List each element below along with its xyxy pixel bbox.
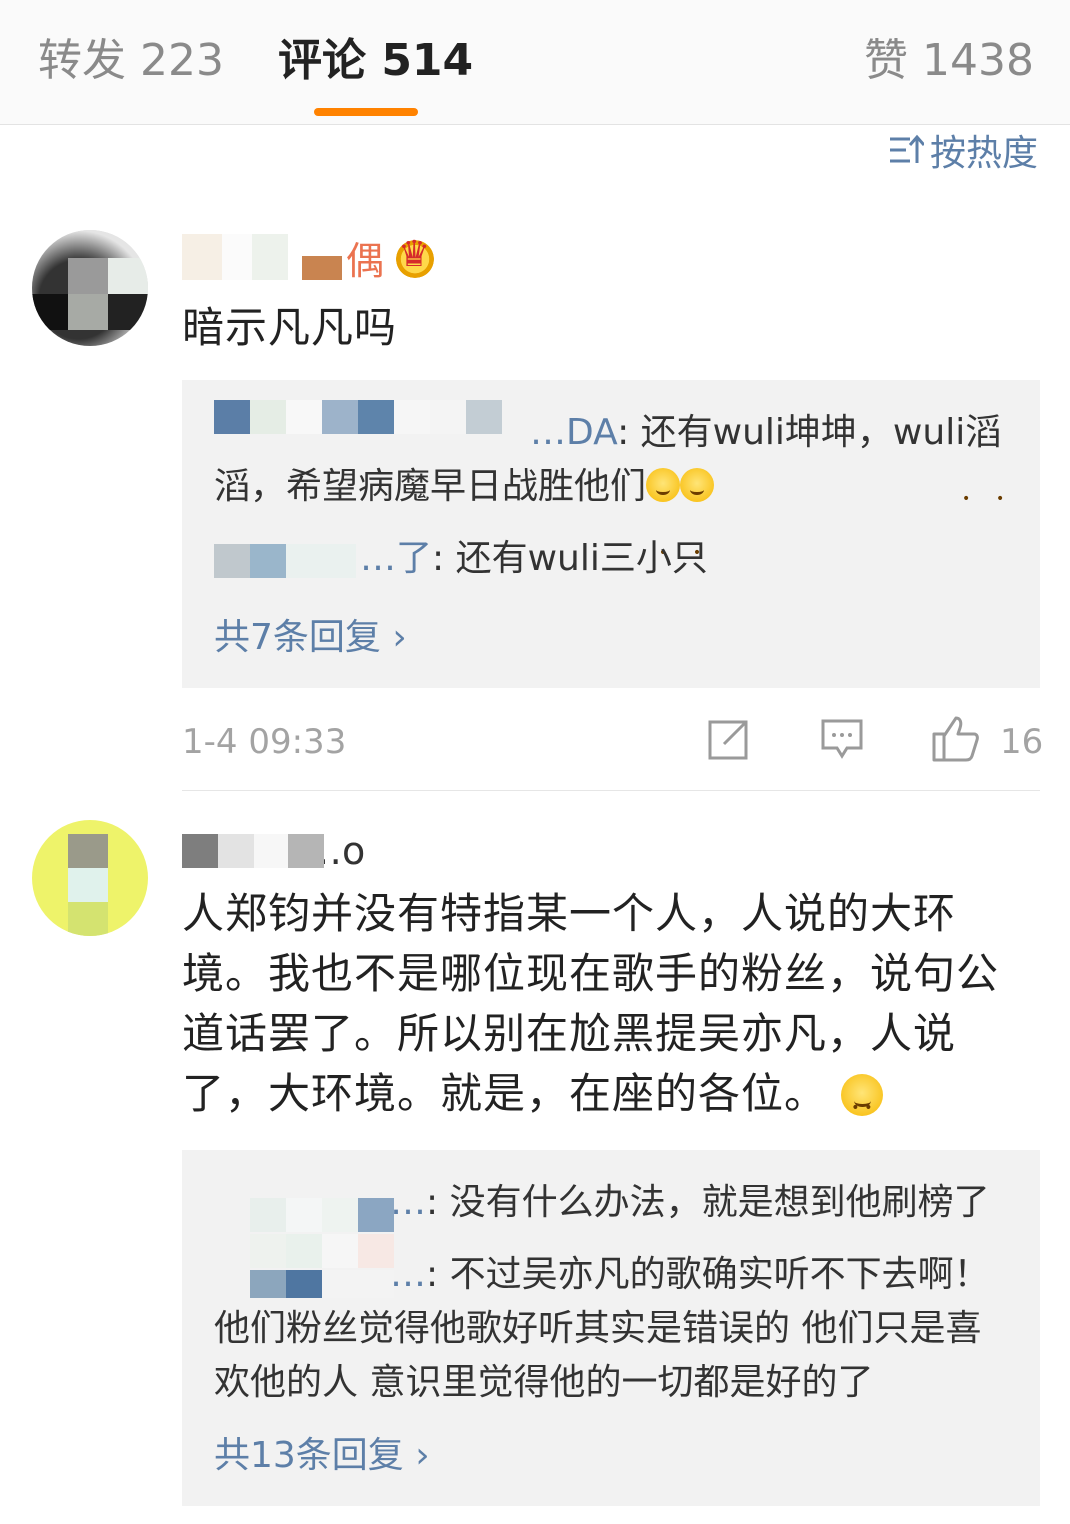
reply-box[interactable]: …DA: 还有wuli坤坤，wuli滔滔，希望病魔早日战胜他们 …了: 还有wu… xyxy=(182,380,1040,688)
comment-text: 人郑钧并没有特指某一个人，人说的大环境。我也不是哪位现在歌手的粉丝，说句公道话罢… xyxy=(182,884,1036,1138)
like-icon[interactable] xyxy=(930,714,980,762)
tab-likes[interactable]: 赞 1438 xyxy=(864,34,1034,88)
reply-item: …: 不过吴亦凡的歌确实听不下去啊！他们粉丝觉得他歌好听其实是错误的 他们只是喜… xyxy=(214,1248,1016,1410)
reply-author[interactable]: …DA xyxy=(530,412,617,453)
avatar[interactable] xyxy=(32,230,148,346)
reply-text: : 不过吴亦凡的歌确实听不下去啊！他们粉丝觉得他歌好听其实是错误的 他们只是喜欢… xyxy=(214,1254,990,1403)
sort-hot-icon xyxy=(889,134,924,163)
reply-text: : 还有wuli三小只 xyxy=(432,538,708,579)
comment-text: 暗示凡凡吗 xyxy=(182,303,398,352)
tab-bar: 转发 223 评论 514 赞 1438 xyxy=(0,0,1070,124)
active-tab-indicator xyxy=(314,108,418,116)
sort-toggle[interactable]: 按热度 xyxy=(888,128,1038,174)
comment-author[interactable]: …o xyxy=(182,826,365,876)
reply-item: …DA: 还有wuli坤坤，wuli滔滔，希望病魔早日战胜他们 xyxy=(214,406,1016,580)
reply-item: …了: 还有wuli三小只 xyxy=(214,532,1016,586)
like-count: 16 xyxy=(1000,722,1044,762)
smile-emoji-icon xyxy=(841,1074,884,1138)
reply-box[interactable]: …: 没有什么办法，就是想到他刷榜了 …: 不过吴亦凡的歌确实听不下去啊！他们粉… xyxy=(182,1150,1040,1506)
reply-author[interactable]: … xyxy=(390,1254,426,1295)
sort-label: 按热度 xyxy=(929,133,1038,174)
reply-item: …: 没有什么办法，就是想到他刷榜了 xyxy=(214,1176,1016,1230)
tab-comments[interactable]: 评论 514 xyxy=(278,34,473,88)
comment-author[interactable]: …偶 xyxy=(182,232,437,283)
repost-icon[interactable] xyxy=(706,718,750,762)
reply-author[interactable]: … xyxy=(390,1182,426,1223)
more-replies-link[interactable]: 共13条回复 › xyxy=(214,1426,430,1478)
divider xyxy=(0,124,1070,125)
tab-repost[interactable]: 转发 223 xyxy=(38,34,224,88)
comment-time: 1-4 09:33 xyxy=(182,722,347,762)
reply-text: : 没有什么办法，就是想到他刷榜了 xyxy=(426,1182,990,1223)
divider xyxy=(182,790,1040,791)
shy-emoji-icon xyxy=(646,468,681,580)
avatar[interactable] xyxy=(32,820,148,936)
more-replies-link[interactable]: 共7条回复 › xyxy=(214,608,407,660)
shy-emoji-icon xyxy=(680,468,715,580)
comment-icon[interactable] xyxy=(820,718,864,760)
reply-author[interactable]: …了 xyxy=(360,538,432,579)
crown-badge-icon xyxy=(394,234,437,278)
